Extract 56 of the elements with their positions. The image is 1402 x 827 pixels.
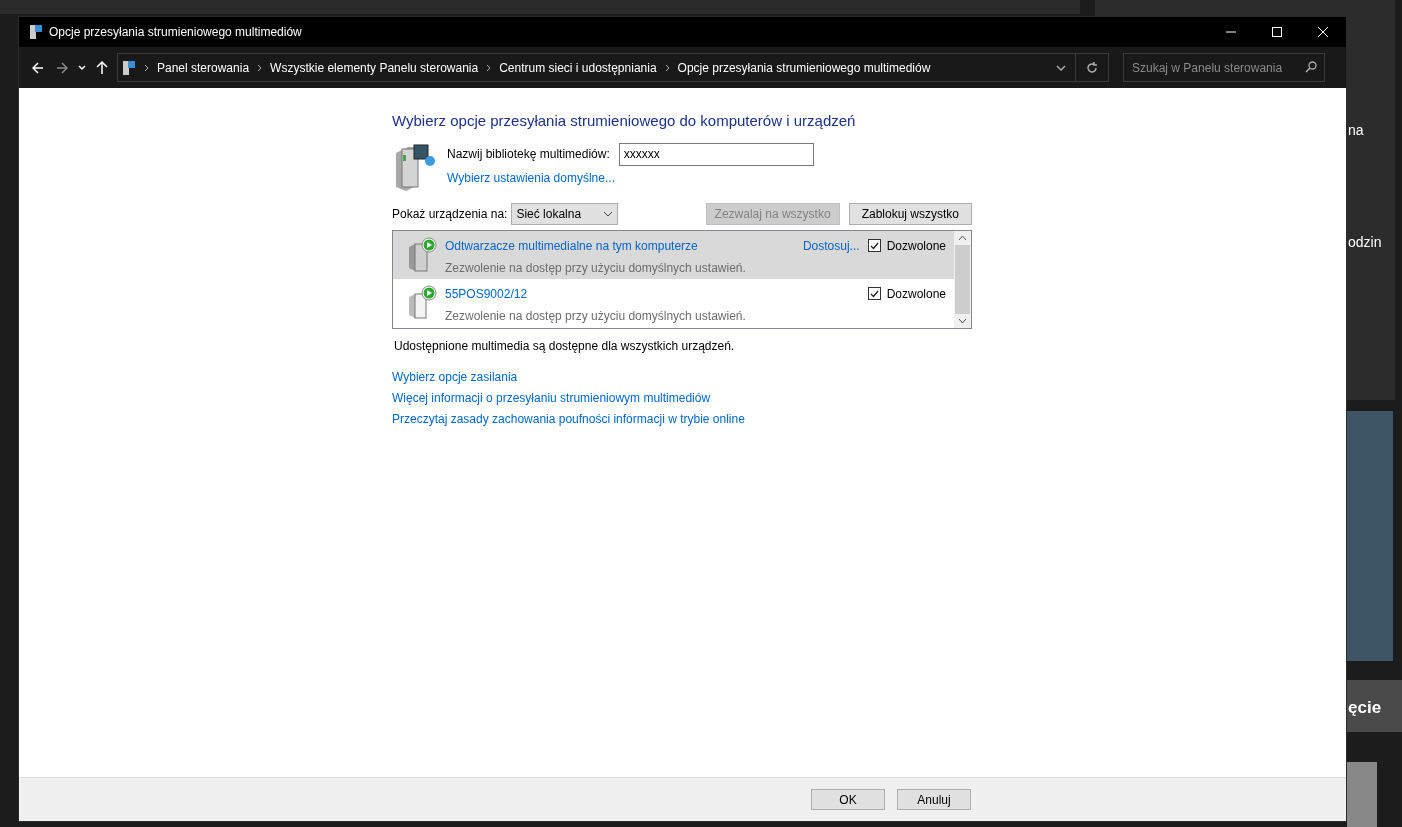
chevron-right-icon (664, 63, 670, 72)
library-name-input[interactable]: xxxxxx (618, 142, 814, 166)
chevron-down-icon (603, 210, 614, 217)
close-icon (1318, 27, 1328, 37)
allowed-label: Dozwolone (886, 237, 946, 255)
chevron-right-icon (486, 63, 492, 72)
background-text: na (1348, 121, 1364, 140)
checkbox[interactable] (867, 239, 881, 252)
refresh-icon (1086, 61, 1098, 74)
background-photo-placeholder (1347, 762, 1377, 827)
search-field[interactable]: Szukaj w Panelu sterowania (1123, 53, 1325, 82)
dialog-button[interactable]: Anuluj (897, 789, 971, 810)
background-text: ęcie (1348, 697, 1382, 719)
breadcrumb-item[interactable]: Centrum sieci i udostępniania (499, 58, 657, 77)
device-name-link[interactable]: Odtwarzacze multimedialne na tym komputerze (445, 236, 746, 255)
choose-defaults-link[interactable]: Wybierz ustawienia domyślne... (447, 168, 814, 187)
device-description: Zezwolenie na dostęp przy użyciu domyślnych ustawień. (445, 259, 746, 277)
action-button[interactable]: Zablokuj wszystko (848, 202, 972, 225)
shared-media-note: Udostępnione multimedia są dostępne dla wszystkich urządzeń. (394, 337, 736, 355)
chevron-down-icon (78, 64, 86, 71)
forward-arrow-icon (56, 61, 68, 74)
search-icon (1305, 61, 1317, 73)
breadcrumb-item[interactable]: Opcje przesyłania strumieniowego multimediów (677, 58, 931, 77)
customize-link[interactable]: Dostosuj... (802, 236, 860, 255)
help-link[interactable]: Wybierz opcje zasilania (392, 367, 518, 386)
checkbox[interactable] (867, 287, 881, 300)
breadcrumb-item[interactable]: Wszystkie elementy Panelu sterowania (270, 58, 479, 77)
device-row[interactable]: Odtwarzacze multimedialne na tym komputerze Zezwolenie na dostęp przy użyciu domyślnych ustawień. Dostosuj... Dozwolone (393, 230, 954, 279)
breadcrumb-item[interactable]: Panel sterowania (157, 58, 250, 77)
allowed-label: Dozwolone (886, 285, 946, 303)
help-link[interactable]: Przeczytaj zasady zachowania poufności informacji w trybie online (392, 409, 745, 428)
up-arrow-icon (96, 61, 108, 74)
media-streaming-icon (29, 24, 43, 40)
dialog-button[interactable]: OK (811, 789, 885, 810)
show-devices-label: Pokaż urządzenia na: (392, 205, 508, 223)
page-heading: Wybierz opcje przesyłania strumieniowego do komputerów i urządzeń (392, 111, 857, 131)
chevron-down-icon (1055, 64, 1066, 71)
media-player-icon (407, 236, 439, 273)
scrollbar[interactable] (954, 230, 971, 328)
window-title: Opcje przesyłania strumieniowego multimediów (49, 24, 302, 41)
library-name-label: Nazwij bibliotekę multimediów: (447, 146, 610, 163)
help-link[interactable]: Więcej informacji o przesyłaniu strumieniowym multimediów (392, 388, 711, 407)
background-text: odzin (1348, 233, 1382, 252)
background-panel (1347, 680, 1402, 732)
media-device-icon (407, 284, 439, 321)
network-dropdown[interactable]: Sieć lokalna (511, 202, 619, 225)
device-description: Zezwolenie na dostęp przy użyciu domyślnych ustawień. (445, 307, 746, 325)
scroll-down-icon (958, 317, 967, 324)
device-name-link[interactable]: 55POS9002/12 (445, 284, 746, 303)
media-streaming-icon (122, 59, 136, 76)
back-arrow-icon (32, 61, 44, 74)
address-bar[interactable]: Panel sterowania Wszystkie elementy Panelu sterowania Centrum sieci i udostępniania Opcje przesyłania strumieniowego multimediów (117, 53, 1109, 82)
chevron-right-icon (144, 63, 149, 72)
maximize-icon (1272, 27, 1282, 37)
scroll-up-icon (958, 234, 967, 241)
chevron-right-icon (257, 63, 263, 72)
